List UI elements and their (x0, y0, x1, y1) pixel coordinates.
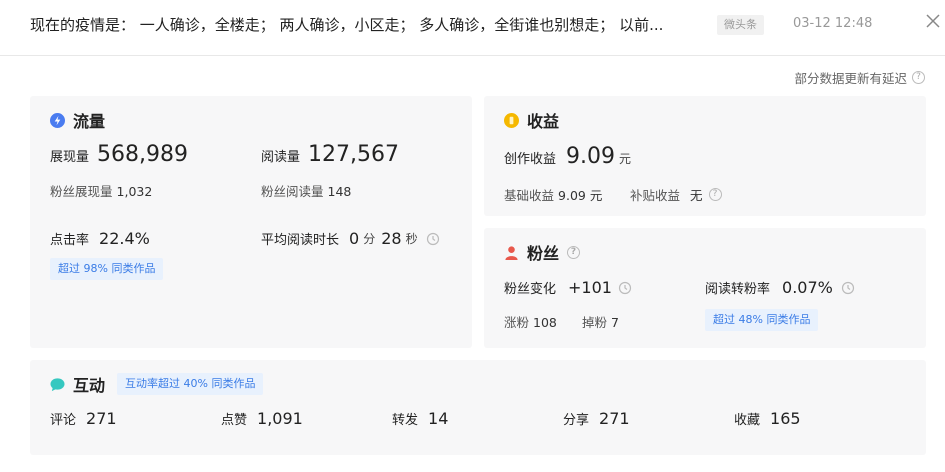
subsidy-income-value: 无 (690, 188, 703, 203)
income-card: 收益 创作收益 9.09 元 基础收益 9.09 元 补贴收益无 ? (484, 96, 926, 216)
reads-metric: 阅读量 127,567 (261, 142, 399, 167)
fan-impressions: 粉丝展现量 1,032 (50, 181, 152, 200)
publish-time: 03-12 12:48 (793, 16, 873, 31)
ctr-value: 22.4% (99, 229, 150, 248)
fans-change-value: +101 (568, 278, 612, 297)
lightning-icon (50, 112, 65, 128)
interaction-title-text: 互动 (73, 376, 106, 395)
coin-icon (504, 112, 519, 128)
income-card-title: 收益 (504, 108, 559, 132)
reposts-metric: 转发 14 (392, 409, 448, 428)
question-icon[interactable]: ? (912, 71, 925, 84)
fans-loss: 掉粉 7 (582, 312, 619, 331)
source-badge: 微头条 (717, 15, 764, 35)
conversion-label: 阅读转粉率 (705, 282, 771, 297)
base-income-label: 基础收益 (504, 188, 555, 203)
creation-income-metric: 创作收益 9.09 元 (504, 144, 635, 169)
fans-card-title: 粉丝 ? (504, 240, 581, 264)
interaction-card: 互动 互动率超过 40% 同类作品 评论 271 点赞 1,091 转发 14 … (30, 360, 926, 455)
traffic-title-text: 流量 (73, 112, 106, 131)
reads-label: 阅读量 (261, 150, 301, 165)
reads-value: 127,567 (308, 142, 399, 167)
income-title-text: 收益 (527, 112, 560, 131)
clock-icon[interactable] (618, 281, 632, 295)
fans-gain-value: 108 (533, 315, 557, 330)
reposts-label: 转发 (392, 413, 419, 428)
clock-icon[interactable] (841, 281, 855, 295)
fan-reads: 粉丝阅读量 148 (261, 181, 351, 200)
avg-read-time-label: 平均阅读时长 (261, 233, 340, 248)
avg-read-minutes: 0 (349, 229, 360, 248)
minute-unit: 分 (363, 232, 376, 246)
traffic-card: 流量 展现量 568,989 粉丝展现量 1,032 阅读量 127,567 粉丝… (30, 96, 472, 348)
comments-label: 评论 (50, 413, 77, 428)
avg-read-time-metric: 平均阅读时长 0 分 28 秒 (261, 229, 440, 248)
favorites-value: 165 (770, 409, 801, 428)
data-delay-note: 部分数据更新有延迟 ? (794, 68, 925, 87)
ctr-rank-badge: 超过 98% 同类作品 (50, 258, 164, 280)
fans-loss-value: 7 (611, 315, 619, 330)
second-unit: 秒 (405, 232, 418, 246)
fans-gain-label: 涨粉 (504, 315, 530, 330)
reposts-value: 14 (428, 409, 449, 428)
subsidy-income: 补贴收益无 ? (630, 185, 722, 204)
traffic-card-title: 流量 (50, 108, 105, 132)
article-header: 现在的疫情是： 一人确诊，全楼走； 两人确诊，小区走； 多人确诊，全街谁也别想走… (0, 0, 945, 56)
clock-icon[interactable] (426, 232, 440, 246)
impressions-label: 展现量 (50, 150, 90, 165)
fan-reads-value: 148 (327, 184, 352, 199)
comments-value: 271 (86, 409, 117, 428)
shares-value: 271 (599, 409, 630, 428)
article-title[interactable]: 现在的疫情是： 一人确诊，全楼走； 两人确诊，小区走； 多人确诊，全街谁也别想走… (30, 14, 705, 35)
question-icon[interactable]: ? (708, 188, 722, 201)
conversion-metric: 阅读转粉率 0.07% (705, 278, 855, 297)
fans-title-text: 粉丝 (527, 244, 560, 263)
fans-loss-label: 掉粉 (582, 315, 608, 330)
person-icon (505, 245, 518, 260)
conversion-rank-badge: 超过 48% 同类作品 (705, 309, 819, 331)
interaction-card-title: 互动 互动率超过 40% 同类作品 (50, 372, 264, 396)
fans-card: 粉丝 ? 粉丝变化 +101 涨粉 108 掉粉 7 阅读转粉率 0.07% 超过 … (484, 228, 926, 348)
shares-label: 分享 (563, 413, 590, 428)
likes-label: 点赞 (221, 413, 248, 428)
favorites-label: 收藏 (734, 413, 761, 428)
fan-impressions-label: 粉丝展现量 (50, 184, 113, 199)
delay-note-text: 部分数据更新有延迟 (794, 71, 907, 86)
fans-change-label: 粉丝变化 (504, 282, 557, 297)
creation-income-value: 9.09 (566, 144, 615, 169)
impressions-value: 568,989 (97, 142, 188, 167)
comments-metric: 评论 271 (50, 409, 117, 428)
creation-income-label: 创作收益 (504, 152, 557, 167)
fan-impressions-value: 1,032 (116, 184, 153, 199)
ctr-label: 点击率 (50, 233, 90, 248)
base-income-value: 9.09 元 (558, 188, 603, 203)
chat-bubble-icon (50, 377, 65, 391)
subsidy-income-label: 补贴收益 (630, 188, 681, 203)
fans-change-metric: 粉丝变化 +101 (504, 278, 632, 297)
close-icon[interactable] (924, 12, 942, 30)
fan-reads-label: 粉丝阅读量 (261, 184, 324, 199)
fans-gain: 涨粉 108 (504, 312, 557, 331)
likes-metric: 点赞 1,091 (221, 409, 303, 428)
favorites-metric: 收藏 165 (734, 409, 801, 428)
avg-read-seconds: 28 (381, 229, 402, 248)
likes-value: 1,091 (257, 409, 303, 428)
base-income: 基础收益 9.09 元 (504, 185, 602, 204)
question-icon[interactable]: ? (567, 245, 581, 259)
ctr-metric: 点击率 22.4% (50, 229, 150, 248)
shares-metric: 分享 271 (563, 409, 630, 428)
conversion-value: 0.07% (782, 278, 833, 297)
currency-unit: 元 (619, 152, 632, 166)
impressions-metric: 展现量 568,989 (50, 142, 188, 167)
interaction-rank-badge: 互动率超过 40% 同类作品 (117, 373, 264, 395)
